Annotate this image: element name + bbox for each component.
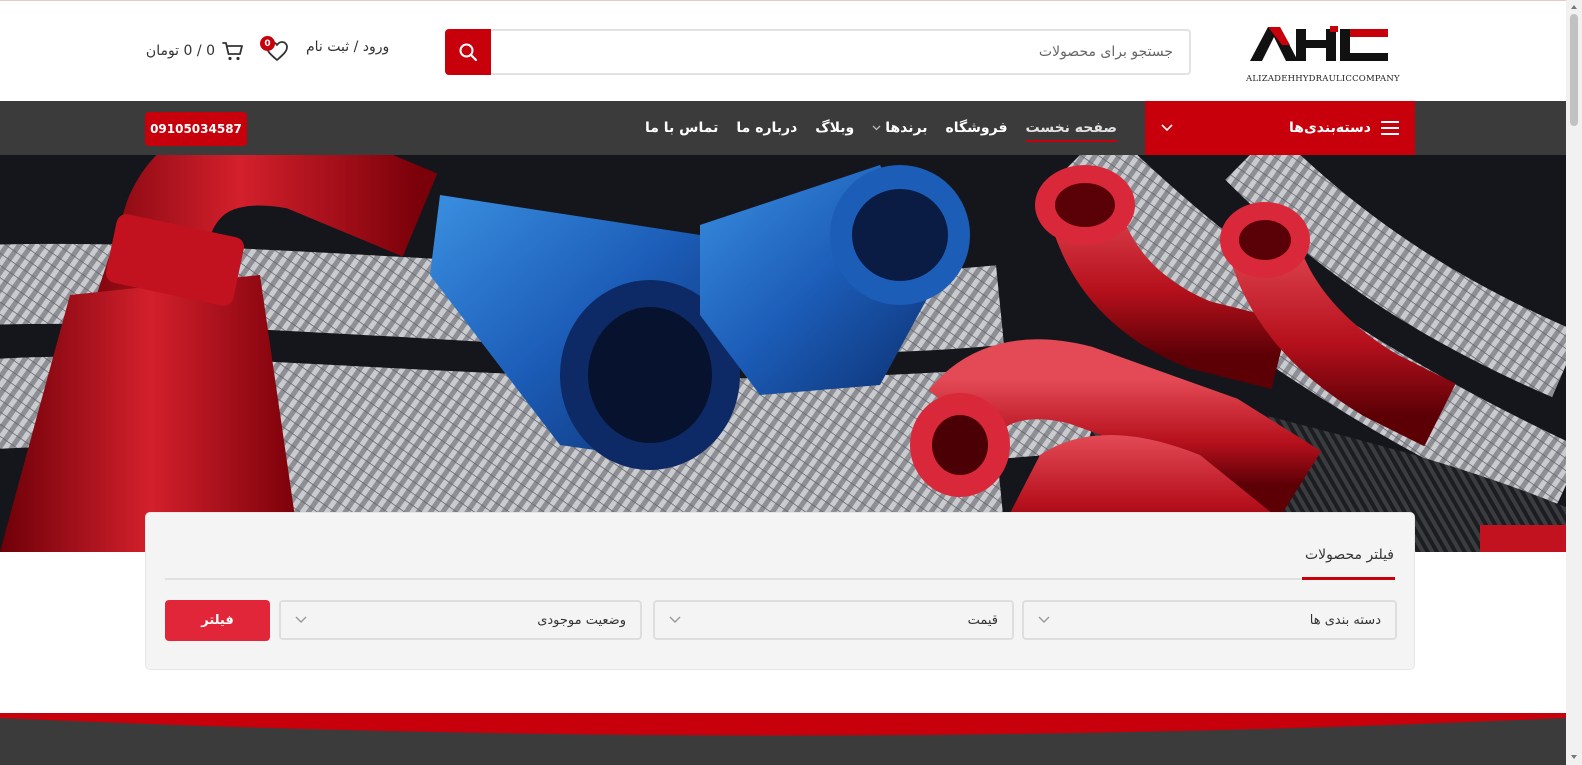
nav-item-label: تماس با ما: [644, 120, 719, 136]
login-register-link[interactable]: ورود / ثبت نام: [306, 39, 389, 55]
main-navigation: دسته‌بندی‌ها صفحه نخست فروشگاه برندها وب…: [0, 101, 1566, 155]
cart-icon: [222, 42, 243, 61]
search-button[interactable]: [445, 29, 491, 75]
cart-total: 0 / 0 تومان: [145, 43, 215, 59]
page-scrollbar[interactable]: [1566, 0, 1582, 765]
chevron-down-icon: [295, 616, 307, 623]
divider: [165, 578, 1395, 580]
chevron-down-icon: [669, 616, 681, 623]
footer-top-band: [0, 713, 1566, 765]
nav-item-home[interactable]: صفحه نخست: [1017, 101, 1126, 155]
select-value: وضعیت موجودی: [537, 612, 626, 628]
hero-banner-image: [0, 155, 1566, 552]
filter-title: فیلتر محصولات: [1304, 547, 1394, 563]
nav-item-blog[interactable]: وبلاگ: [806, 101, 863, 155]
nav-item-label: صفحه نخست: [1025, 120, 1117, 136]
logo-caption-word: COMPANY: [1352, 74, 1400, 84]
price-select[interactable]: قیمت: [653, 600, 1014, 640]
search-form: [445, 29, 1191, 75]
nav-item-brands[interactable]: برندها: [863, 101, 936, 155]
logo-caption-word: ALIZADEH: [1246, 74, 1296, 84]
select-value: دسته بندی ها: [1309, 612, 1381, 628]
title-underline: [1302, 577, 1395, 580]
nav-item-label: وبلاگ: [815, 120, 855, 136]
site-logo[interactable]: ALIZADEH HYDRAULIC COMPANY: [1246, 23, 1400, 87]
categories-label: دسته‌بندی‌ها: [1288, 120, 1371, 136]
categories-menu-button[interactable]: دسته‌بندی‌ها: [1145, 101, 1415, 155]
search-icon: [459, 43, 478, 62]
nav-item-about[interactable]: درباره ما: [727, 101, 806, 155]
nav-item-shop[interactable]: فروشگاه: [937, 101, 1017, 155]
wishlist-button[interactable]: 0: [260, 36, 290, 64]
wishlist-count-badge: 0: [260, 36, 275, 51]
scroll-down-arrow-icon[interactable]: [1570, 753, 1578, 761]
nav-item-label: برندها: [885, 120, 928, 136]
chevron-down-icon: [1038, 616, 1050, 623]
logo-caption: ALIZADEH HYDRAULIC COMPANY: [1246, 74, 1400, 84]
nav-menu: صفحه نخست فروشگاه برندها وبلاگ درباره ما…: [645, 101, 1126, 155]
hydraulic-fittings-illustration: [0, 155, 1566, 552]
filter-button[interactable]: فیلتر: [165, 600, 270, 641]
cart-button[interactable]: 0 / 0 تومان: [143, 39, 245, 63]
scroll-up-arrow-icon[interactable]: [1570, 3, 1578, 11]
chevron-down-icon: [1161, 124, 1173, 132]
phone-button[interactable]: 09105034587: [145, 112, 247, 146]
chevron-down-icon: [872, 125, 881, 131]
footer-red-curve: [0, 713, 1566, 736]
ahc-logo-graphic: [1250, 26, 1388, 61]
categories-select[interactable]: دسته بندی ها: [1022, 600, 1397, 640]
stock-status-select[interactable]: وضعیت موجودی: [279, 600, 642, 640]
select-value: قیمت: [967, 612, 998, 628]
nav-item-contact[interactable]: تماس با ما: [636, 101, 727, 155]
scrollbar-thumb[interactable]: [1570, 14, 1578, 126]
site-header: ALIZADEH HYDRAULIC COMPANY ورود / ثبت نا…: [0, 1, 1566, 101]
nav-item-label: درباره ما: [736, 120, 798, 136]
search-input[interactable]: [491, 29, 1191, 75]
product-filter-panel: فیلتر محصولات دسته بندی ها قیمت وضعیت مو…: [145, 512, 1415, 670]
hamburger-icon: [1381, 121, 1399, 135]
logo-caption-word: HYDRAULIC: [1295, 74, 1353, 84]
nav-item-label: فروشگاه: [945, 120, 1008, 136]
